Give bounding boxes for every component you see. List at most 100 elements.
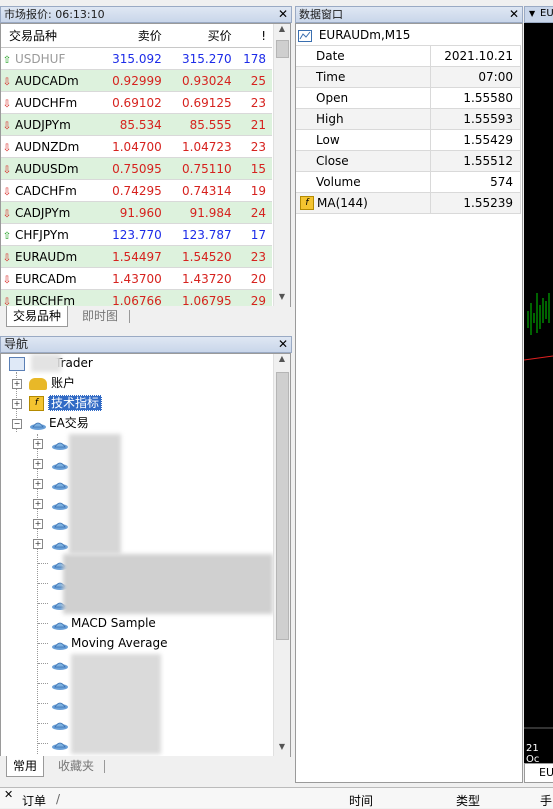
spread-cell: 19 — [237, 179, 272, 202]
ea-item[interactable]: MACD Sample — [51, 614, 156, 632]
market-watch-row[interactable]: ⇩ AUDUSDm 0.75095 0.75110 15 — [1, 157, 272, 180]
symbol-cell: ⇩ EURAUDm — [1, 245, 98, 268]
market-watch-titlebar[interactable]: 市场报价: 06:13:10 ✕ — [0, 6, 292, 23]
ea-item[interactable] — [51, 674, 71, 692]
symbol-name: AUDUSDm — [15, 161, 79, 176]
chart-tab-label: EU — [540, 8, 553, 19]
ea-item[interactable] — [51, 494, 71, 512]
data-row: Close 1.55512 — [296, 150, 521, 172]
expand-icon[interactable]: + — [12, 379, 22, 389]
ea-item[interactable] — [51, 654, 71, 672]
ea-hat-icon — [51, 618, 68, 630]
data-label: Close — [296, 150, 431, 172]
ask-cell: 0.74314 — [167, 179, 238, 202]
ea-hat-icon — [51, 518, 68, 530]
ea-item[interactable] — [51, 714, 71, 732]
ea-item[interactable] — [51, 694, 71, 712]
expand-icon[interactable]: + — [33, 539, 43, 549]
bid-cell: 315.092 — [97, 47, 168, 70]
data-window-titlebar[interactable]: 数据窗口 ✕ — [295, 6, 523, 23]
symbol-name: AUDCHFm — [15, 95, 78, 110]
col-bid[interactable]: 卖价 — [97, 24, 168, 48]
ea-item[interactable] — [51, 454, 71, 472]
ea-item[interactable] — [51, 474, 71, 492]
market-watch-row[interactable]: ⇩ CADJPYm 91.960 91.984 24 — [1, 201, 272, 224]
price-chart[interactable]: 21 Oc — [523, 23, 553, 765]
scroll-up-icon[interactable]: ▲ — [274, 354, 290, 368]
tab-symbols[interactable]: 交易品种 — [6, 306, 69, 327]
spread-cell: 23 — [237, 245, 272, 268]
market-watch-panel: 交易品种 卖价 买价 ! ⇧ USDHUF 315.092 315.270 178 ⇩ AU… — [0, 23, 291, 307]
market-watch-row[interactable]: ⇩ EURCADm 1.43700 1.43720 20 — [1, 267, 272, 290]
scroll-up-icon[interactable]: ▲ — [274, 24, 290, 38]
spread-cell: 24 — [237, 201, 272, 224]
ea-item[interactable] — [51, 434, 71, 452]
arrow-down-icon: ⇩ — [2, 164, 12, 176]
nav-indicators[interactable]: f 技术指标 — [29, 394, 103, 412]
market-watch-row[interactable]: ⇩ EURCHFm 1.06766 1.06795 29 — [1, 289, 272, 306]
ea-item[interactable] — [51, 534, 71, 552]
market-watch-row[interactable]: ⇩ EURAUDm 1.54497 1.54520 23 — [1, 245, 272, 268]
expand-icon[interactable]: + — [12, 399, 22, 409]
data-label: Volume — [296, 171, 431, 193]
arrow-down-icon: ⇩ — [2, 252, 12, 264]
col-type[interactable]: 类型 — [456, 792, 480, 809]
tab-favorites[interactable]: 收藏夹 — [52, 756, 100, 776]
col-orders[interactable]: 订单 — [22, 792, 46, 809]
chart-bottom-tab[interactable]: EU — [524, 763, 553, 783]
symbol-name: AUDJPYm — [15, 117, 71, 132]
close-icon[interactable]: ✕ — [278, 337, 288, 352]
close-icon[interactable]: ✕ — [278, 7, 288, 22]
tab-tick-chart[interactable]: 即时图 — [76, 306, 124, 326]
ask-cell: 1.04723 — [167, 135, 238, 158]
symbol-cell: ⇧ USDHUF — [1, 47, 98, 70]
market-watch-scrollbar[interactable]: ▲ ▼ — [273, 24, 290, 306]
market-watch-row[interactable]: ⇩ AUDCADm 0.92999 0.93024 25 — [1, 69, 272, 92]
chart-menu-icon[interactable]: ▼ — [529, 9, 535, 18]
arrow-down-icon: ⇩ — [2, 208, 12, 220]
scroll-down-icon[interactable]: ▼ — [274, 742, 290, 756]
market-watch-row[interactable]: ⇧ CHFJPYm 123.770 123.787 17 — [1, 223, 272, 246]
expand-icon[interactable]: + — [33, 479, 43, 489]
accounts-icon — [29, 377, 47, 390]
expand-icon[interactable]: + — [33, 499, 43, 509]
data-label: Open — [296, 87, 431, 109]
data-row: High 1.55593 — [296, 108, 521, 130]
redacted-area — [63, 554, 273, 614]
scroll-thumb[interactable] — [276, 372, 289, 640]
tree-line — [38, 643, 48, 644]
expand-icon[interactable]: + — [33, 459, 43, 469]
collapse-icon[interactable]: − — [12, 419, 22, 429]
market-watch-row[interactable]: ⇩ CADCHFm 0.74295 0.74314 19 — [1, 179, 272, 202]
scroll-down-icon[interactable]: ▼ — [274, 292, 290, 306]
col-symbol[interactable]: 交易品种 — [1, 24, 98, 48]
col-time[interactable]: 时间 — [349, 792, 373, 809]
expand-icon[interactable]: + — [33, 519, 43, 529]
chart-titlebar[interactable]: ▼ EU — [524, 6, 553, 23]
scroll-thumb[interactable] — [276, 40, 289, 58]
nav-ea[interactable]: EA交易 — [29, 414, 89, 432]
ea-item[interactable]: Moving Average — [51, 634, 167, 652]
market-watch-row[interactable]: ⇧ USDHUF 315.092 315.270 178 — [1, 47, 272, 70]
data-value: 1.55429 — [430, 129, 521, 151]
ask-cell: 1.43720 — [167, 267, 238, 290]
col-hand[interactable]: 手 — [540, 792, 552, 809]
market-watch-row[interactable]: ⇩ AUDCHFm 0.69102 0.69125 23 — [1, 91, 272, 114]
col-spread[interactable]: ! — [237, 24, 272, 48]
col-ask[interactable]: 买价 — [167, 24, 238, 48]
close-icon[interactable]: ✕ — [509, 7, 519, 22]
spread-cell: 20 — [237, 267, 272, 290]
data-label: Low — [296, 129, 431, 151]
market-watch-row[interactable]: ⇩ AUDJPYm 85.534 85.555 21 — [1, 113, 272, 136]
navigator-titlebar[interactable]: 导航 ✕ — [0, 336, 292, 353]
ea-item[interactable] — [51, 514, 71, 532]
symbol-cell: ⇩ AUDUSDm — [1, 157, 98, 180]
tab-common[interactable]: 常用 — [6, 756, 45, 777]
navigator-scrollbar[interactable]: ▲ ▼ — [273, 354, 290, 756]
close-icon[interactable]: ✕ — [4, 788, 13, 801]
expand-icon[interactable]: + — [33, 439, 43, 449]
symbol-name: CADCHFm — [15, 183, 77, 198]
market-watch-row[interactable]: ⇩ AUDNZDm 1.04700 1.04723 23 — [1, 135, 272, 158]
nav-accounts[interactable]: 账户 — [29, 374, 75, 392]
ea-item[interactable] — [51, 734, 71, 752]
